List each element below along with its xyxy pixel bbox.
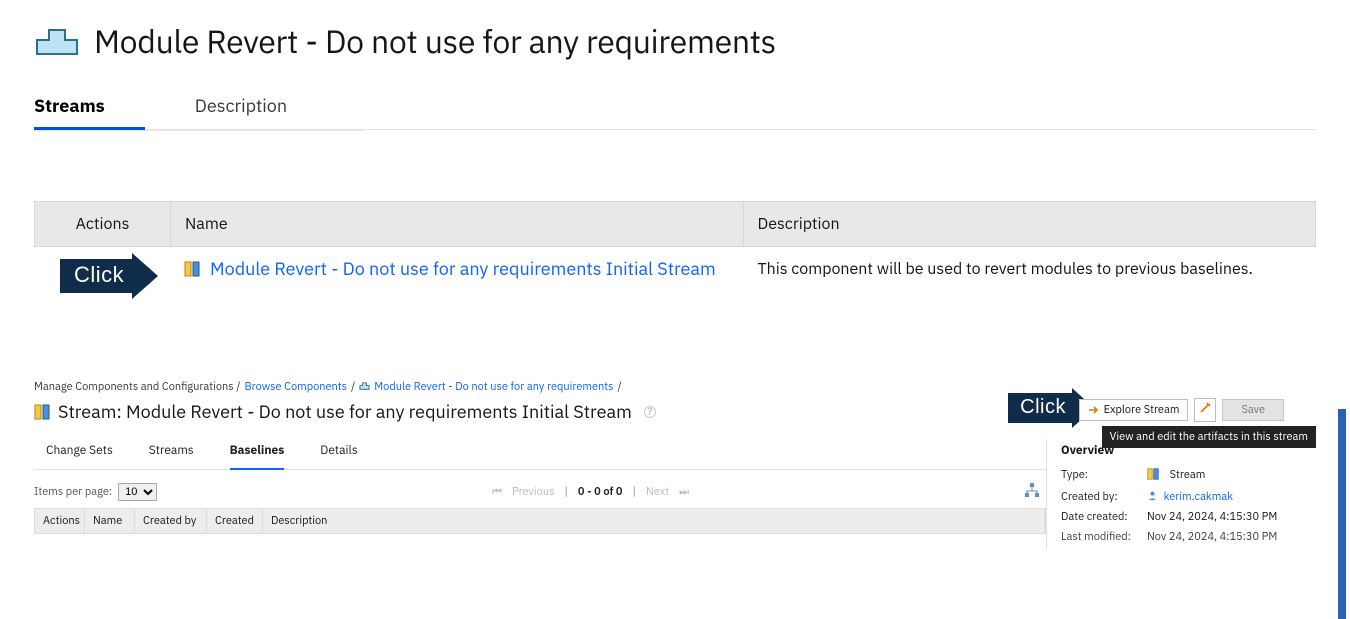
hierarchy-icon[interactable] xyxy=(1024,488,1040,502)
save-button: Save xyxy=(1222,399,1284,421)
configure-button[interactable] xyxy=(1194,398,1216,422)
pager-next[interactable]: Next xyxy=(646,485,669,499)
page-title: Module Revert - Do not use for any requi… xyxy=(94,20,776,62)
table-row: Click Module Revert - Do not use for any… xyxy=(34,247,1316,290)
pager-last-icon[interactable]: ⏭ xyxy=(679,485,689,499)
pager-previous[interactable]: Previous xyxy=(512,485,554,499)
stream-link[interactable]: Module Revert - Do not use for any requi… xyxy=(210,257,716,280)
items-per-page-label: Items per page: xyxy=(34,485,112,499)
stream-icon xyxy=(34,404,50,420)
breadcrumb: Manage Components and Configurations / B… xyxy=(34,380,1316,394)
overview-heading: Overview xyxy=(1061,443,1316,458)
breadcrumb-root: Manage Components and Configurations / xyxy=(34,380,240,394)
user-icon xyxy=(1147,490,1158,501)
scrollbar[interactable] xyxy=(1338,409,1346,619)
type-value: Stream xyxy=(1170,468,1206,482)
top-tabs: Streams Description xyxy=(34,88,1316,130)
stream-icon xyxy=(184,261,200,277)
breadcrumb-browse[interactable]: Browse Components xyxy=(244,380,347,394)
explore-stream-button[interactable]: Explore Stream xyxy=(1079,399,1189,421)
click-annotation: Click xyxy=(1008,393,1072,423)
tab-change-sets[interactable]: Change Sets xyxy=(46,439,113,469)
type-label: Type: xyxy=(1061,468,1147,484)
stream-icon xyxy=(1147,468,1163,484)
created-by-label: Created by: xyxy=(1061,490,1147,504)
pager-first-icon[interactable]: ⏮ xyxy=(492,485,502,499)
tab-streams[interactable]: Streams xyxy=(149,439,194,469)
streams-table: Actions Name Description Click Module Re… xyxy=(34,201,1316,290)
col-name: Name xyxy=(170,202,743,246)
last-modified-label: Last modified: xyxy=(1061,530,1147,544)
created-by-user[interactable]: kerim.cakmak xyxy=(1164,490,1233,504)
help-icon[interactable]: ? xyxy=(644,406,656,418)
date-created-label: Date created: xyxy=(1061,510,1147,524)
bcol-name: Name xyxy=(85,509,135,533)
tab-details[interactable]: Details xyxy=(320,439,357,469)
tab-streams[interactable]: Streams xyxy=(34,88,145,130)
bcol-created-by: Created by xyxy=(135,509,207,533)
last-modified-value: Nov 24, 2024, 4:15:30 PM xyxy=(1147,530,1316,544)
tab-description[interactable]: Description xyxy=(195,88,327,129)
items-per-page-select[interactable]: 10 xyxy=(118,483,157,501)
bcol-description: Description xyxy=(263,509,1045,533)
bcol-actions: Actions xyxy=(35,509,85,533)
stream-description: This component will be used to revert mo… xyxy=(743,249,1317,289)
component-icon xyxy=(34,24,80,58)
click-annotation: Click xyxy=(60,259,132,293)
bcol-created: Created xyxy=(207,509,263,533)
breadcrumb-component[interactable]: Module Revert - Do not use for any requi… xyxy=(374,380,613,394)
component-icon xyxy=(359,380,370,391)
stream-detail-title: Stream: Module Revert - Do not use for a… xyxy=(58,400,632,423)
baseline-table-header: Actions Name Created by Created Descript… xyxy=(34,508,1046,534)
date-created-value: Nov 24, 2024, 4:15:30 PM xyxy=(1147,510,1316,524)
pager-range: 0 - 0 of 0 xyxy=(578,485,623,499)
tab-baselines[interactable]: Baselines xyxy=(230,439,285,470)
col-actions: Actions xyxy=(35,202,170,246)
col-description: Description xyxy=(743,202,1316,246)
sub-tabs: Change Sets Streams Baselines Details xyxy=(34,439,1046,470)
